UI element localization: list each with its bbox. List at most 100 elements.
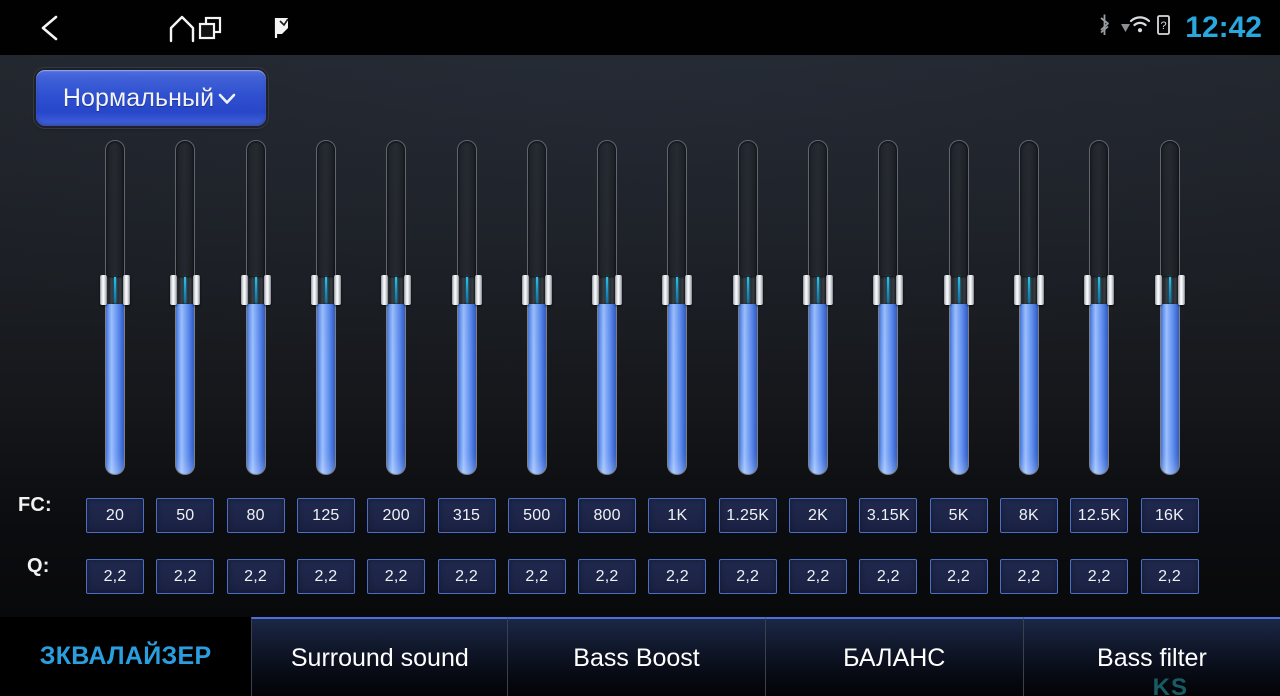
tab-eq[interactable]: ЗКВАЛАЙЗЕР [0,617,252,696]
slider-fill [1089,291,1110,475]
slider-thumb[interactable] [521,274,552,305]
band-slider[interactable] [381,140,412,475]
q-value-box[interactable]: 2,2 [226,559,285,594]
fc-value-box[interactable]: 500 [507,498,566,533]
slider-thumb-indicator [1168,276,1171,303]
fc-value-box[interactable]: 3.15K [859,498,918,533]
band-slider[interactable] [170,140,201,475]
slider-thumb-cap-right [333,274,341,305]
band-slider[interactable] [873,140,904,475]
slider-thumb-cap-right [474,274,482,305]
band-slider[interactable] [521,140,552,475]
slider-fill [737,291,758,475]
slider-thumb[interactable] [803,274,833,305]
fc-value-box[interactable]: 125 [296,498,355,533]
q-value-box[interactable]: 2,2 [1140,559,1199,594]
fc-value-box[interactable]: 200 [367,498,426,533]
slider-thumb[interactable] [662,274,693,305]
q-value-box[interactable]: 2,2 [367,559,426,594]
slider-thumb-indicator [1027,276,1030,303]
fc-value-box[interactable]: 1K [648,498,707,533]
band-slider[interactable] [732,140,763,475]
recents-icon[interactable] [182,0,238,55]
band-slider[interactable] [803,140,833,475]
band-slider[interactable] [451,140,482,475]
flag-icon[interactable] [254,0,310,55]
band-slider[interactable] [592,140,623,475]
q-value-box[interactable]: 2,2 [859,559,918,594]
band-sliders [0,55,1280,485]
fc-value-box[interactable]: 8K [999,498,1058,533]
slider-thumb-cap-right [685,274,693,305]
slider-fill [245,291,266,475]
tab-balance[interactable]: БАЛАНС [764,617,1023,696]
slider-thumb[interactable] [240,274,271,305]
slider-thumb-cap-left [662,274,670,305]
fc-value-box[interactable]: 80 [226,498,285,533]
slider-thumb-indicator [1098,276,1101,303]
tab-bassboost[interactable]: Bass Boost [507,617,765,696]
slider-thumb[interactable] [100,274,130,305]
fc-value-box[interactable]: 12.5K [1070,498,1129,533]
q-value-box[interactable]: 2,2 [437,559,496,594]
band-slider[interactable] [1154,140,1185,475]
slider-fill [526,291,547,475]
tab-surround[interactable]: Surround sound [251,617,508,696]
q-value-box[interactable]: 2,2 [929,559,988,594]
band-slider[interactable] [1084,140,1115,475]
slider-thumb[interactable] [381,274,412,305]
band-slider[interactable] [1013,140,1044,475]
slider-thumb-cap-right [896,274,904,305]
slider-thumb[interactable] [592,274,623,305]
slider-thumb-cap-right [826,274,833,305]
q-value-box[interactable]: 2,2 [648,559,707,594]
band-slider[interactable] [662,140,693,475]
slider-thumb-cap-left [732,274,740,305]
band-slider[interactable] [310,140,341,475]
q-value-box[interactable]: 2,2 [507,559,566,594]
band-slider[interactable] [943,140,974,475]
q-value-box[interactable]: 2,2 [1070,559,1129,594]
fc-value-box[interactable]: 16K [1140,498,1199,533]
q-value-box[interactable]: 2,2 [86,559,144,594]
slider-thumb[interactable] [1013,274,1044,305]
slider-thumb[interactable] [1154,274,1185,305]
slider-thumb-cap-right [615,274,623,305]
fc-value-box[interactable]: 1.25K [718,498,777,533]
slider-thumb[interactable] [943,274,974,305]
back-icon[interactable] [22,0,78,55]
q-value-box[interactable]: 2,2 [578,559,637,594]
slider-thumb[interactable] [732,274,763,305]
fc-value-box[interactable]: 2K [789,498,847,533]
tab-label: БАЛАНС [843,644,946,672]
band-slider[interactable] [240,140,271,475]
fc-value-box[interactable]: 5K [929,498,988,533]
fc-value-box[interactable]: 50 [156,498,215,533]
slider-thumb-cap-right [193,274,201,305]
fc-value-box[interactable]: 800 [578,498,637,533]
q-value-box[interactable]: 2,2 [296,559,355,594]
slider-thumb-cap-left [521,274,529,305]
q-value-box[interactable]: 2,2 [789,559,847,594]
wifi-icon [1118,14,1151,41]
slider-thumb[interactable] [451,274,482,305]
fc-row-label: FC: [18,494,52,516]
slider-thumb-cap-left [1013,274,1021,305]
slider-fill [315,291,336,475]
system-indicators: ? 12:42 [1097,0,1262,55]
q-value-box[interactable]: 2,2 [718,559,777,594]
slider-thumb-cap-right [263,274,271,305]
tab-bassfilter[interactable]: Bass filter [1022,617,1280,696]
slider-thumb-indicator [676,276,679,303]
q-value-box[interactable]: 2,2 [999,559,1058,594]
slider-thumb[interactable] [310,274,341,305]
slider-thumb[interactable] [873,274,904,305]
slider-thumb[interactable] [1084,274,1115,305]
band-slider[interactable] [100,140,130,475]
slider-thumb[interactable] [170,274,201,305]
fc-value-box[interactable]: 20 [86,498,144,533]
q-value-box[interactable]: 2,2 [156,559,215,594]
fc-value-box[interactable]: 315 [437,498,496,533]
slider-thumb-cap-right [966,274,974,305]
slider-thumb-indicator [746,276,749,303]
